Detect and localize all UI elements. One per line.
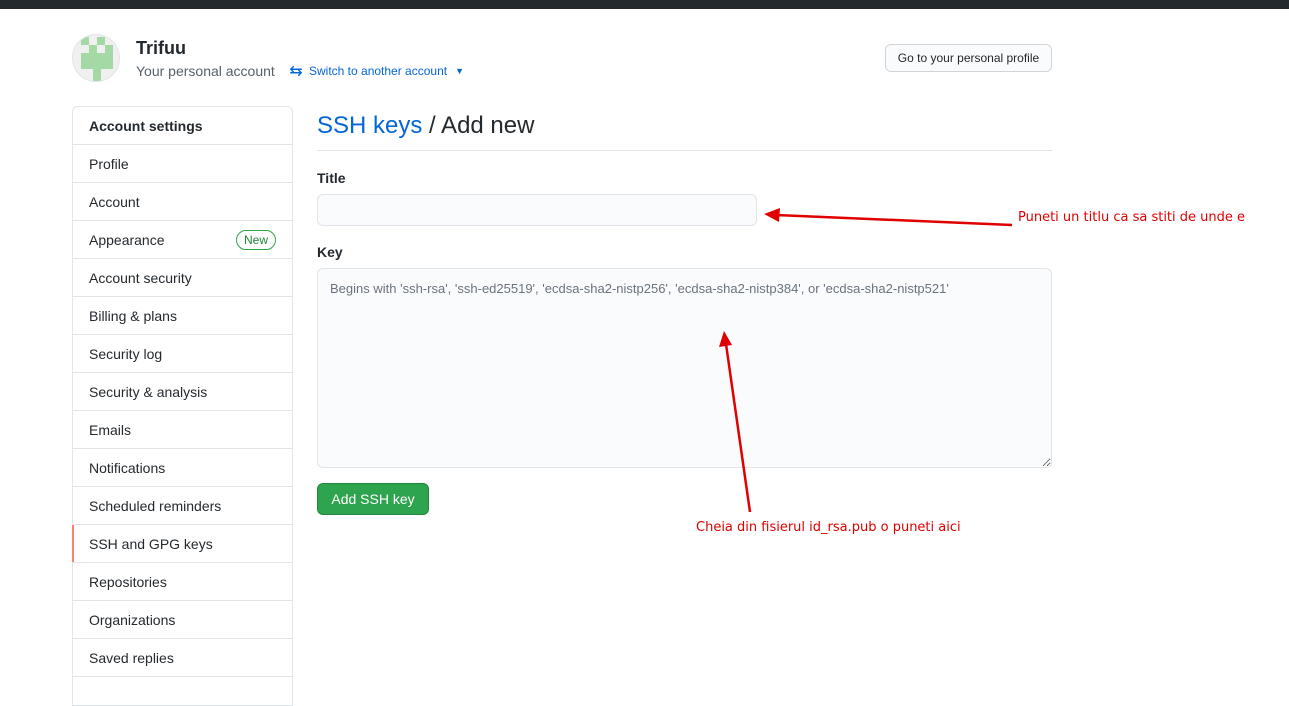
key-annotation: Cheia din fisierul id_rsa.pub o puneti a… — [696, 520, 961, 535]
annotation-arrows — [719, 208, 1013, 513]
title-annotation: Puneti un titlu ca sa stiti de unde e — [1018, 210, 1246, 225]
